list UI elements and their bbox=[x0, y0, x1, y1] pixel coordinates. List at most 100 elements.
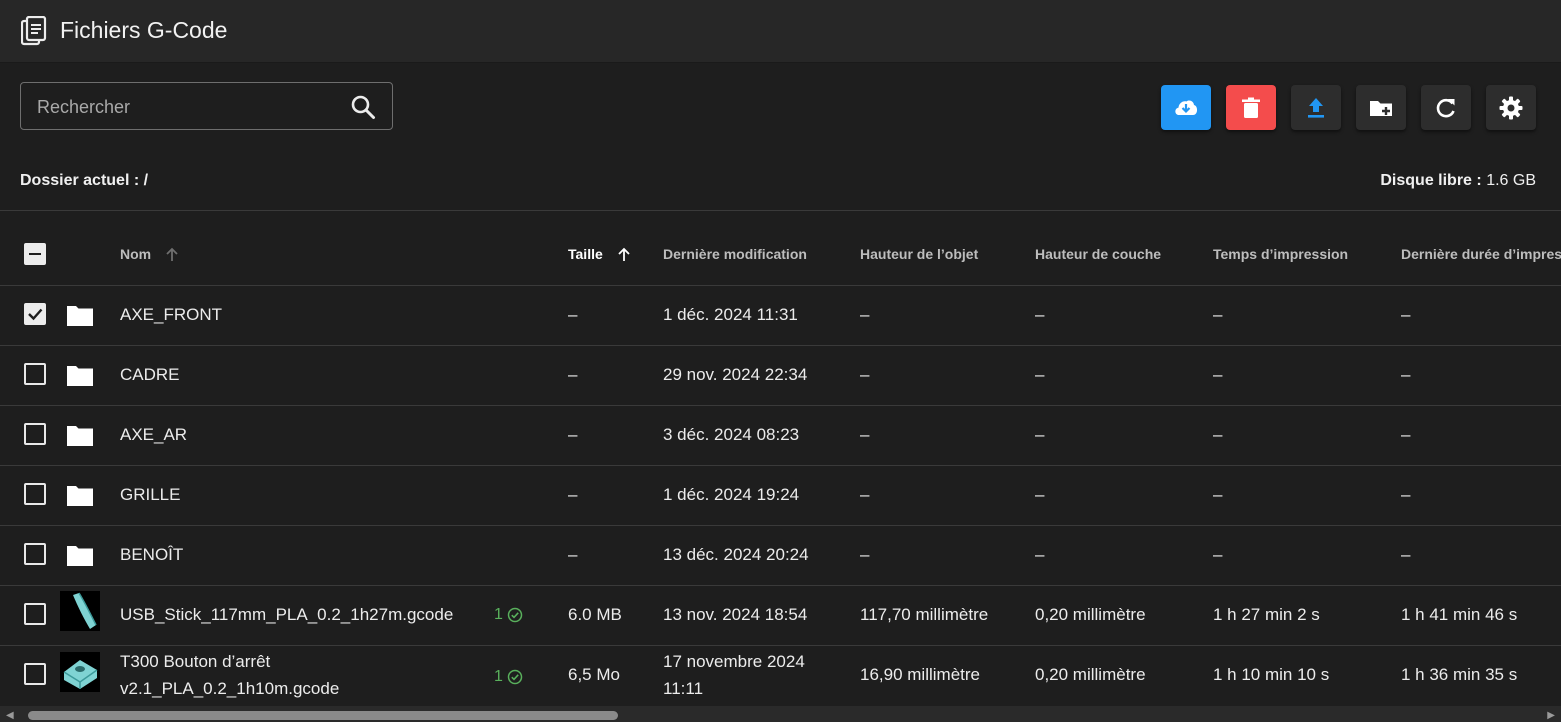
folder-icon bbox=[67, 486, 93, 506]
column-header-name[interactable]: Nom bbox=[120, 246, 178, 262]
print-time: – bbox=[1213, 545, 1223, 564]
folder-icon bbox=[67, 306, 93, 326]
object-height: – bbox=[860, 425, 870, 444]
scroll-right-icon[interactable]: ▶ bbox=[1547, 710, 1555, 721]
new-folder-button[interactable] bbox=[1356, 85, 1406, 130]
file-size: – bbox=[568, 485, 578, 504]
select-all-checkbox[interactable] bbox=[24, 243, 46, 265]
cloud-download-button[interactable] bbox=[1161, 85, 1211, 130]
divider bbox=[0, 525, 1561, 526]
button-part-thumbnail-icon bbox=[63, 660, 98, 689]
current-folder-value: / bbox=[143, 172, 149, 189]
upload-icon bbox=[1308, 97, 1324, 118]
file-size: – bbox=[568, 305, 578, 324]
file-modified: 13 nov. 2024 18:54 bbox=[663, 605, 808, 624]
panel-header: Fichiers G-Code bbox=[0, 0, 1561, 63]
gcode-thumbnail bbox=[60, 652, 100, 692]
file-modified: 13 déc. 2024 20:24 bbox=[663, 545, 809, 564]
file-modified: 1 déc. 2024 19:24 bbox=[663, 485, 800, 504]
layer-height: – bbox=[1035, 425, 1045, 444]
column-header-object-height[interactable]: Hauteur de l’objet bbox=[860, 246, 978, 262]
settings-button[interactable] bbox=[1486, 85, 1536, 130]
divider bbox=[0, 405, 1561, 406]
file-size: 6,5 Mo bbox=[568, 665, 620, 684]
print-time: – bbox=[1213, 425, 1223, 444]
print-time: 1 h 10 min 10 s bbox=[1213, 665, 1330, 684]
file-name[interactable]: USB_Stick_117mm_PLA_0.2_1h27m.gcode bbox=[120, 605, 453, 625]
object-height: – bbox=[860, 485, 870, 504]
layer-height: – bbox=[1035, 365, 1045, 384]
divider bbox=[0, 210, 1561, 211]
scrollbar-thumb[interactable] bbox=[28, 711, 618, 720]
object-height: – bbox=[860, 305, 870, 324]
file-name[interactable]: AXE_AR bbox=[120, 425, 187, 445]
check-circle-icon bbox=[507, 669, 523, 685]
file-size: 6.0 MB bbox=[568, 605, 622, 624]
file-modified: 29 nov. 2024 22:34 bbox=[663, 365, 808, 384]
gcode-files-panel: Fichiers G-Code Rechercher Dossier actue… bbox=[0, 0, 1561, 722]
object-height: 117,70 millimètre bbox=[860, 605, 989, 624]
search-input[interactable] bbox=[35, 83, 349, 131]
gcode-thumbnail bbox=[60, 591, 100, 631]
file-name[interactable]: GRILLE bbox=[120, 485, 180, 505]
file-name[interactable]: CADRE bbox=[120, 365, 180, 385]
file-name[interactable]: BENOÎT bbox=[120, 545, 183, 565]
refresh-button[interactable] bbox=[1421, 85, 1471, 130]
row-checkbox[interactable] bbox=[24, 483, 46, 505]
refresh-icon bbox=[1436, 98, 1455, 117]
sort-arrow-up-icon bbox=[166, 247, 178, 261]
column-header-size[interactable]: Taille bbox=[568, 246, 630, 262]
file-modified: 1 déc. 2024 11:31 bbox=[663, 305, 798, 324]
column-header-print-time[interactable]: Temps d’impression bbox=[1213, 246, 1348, 262]
print-time: 1 h 27 min 2 s bbox=[1213, 605, 1320, 624]
folder-icon bbox=[67, 546, 93, 566]
print-time: – bbox=[1213, 365, 1223, 384]
row-checkbox[interactable] bbox=[24, 303, 46, 325]
page-title: Fichiers G-Code bbox=[60, 17, 228, 43]
trash-icon bbox=[1242, 97, 1260, 118]
upload-button[interactable] bbox=[1291, 85, 1341, 130]
file-modified: 17 novembre 2024 11:11 bbox=[663, 652, 805, 698]
disk-free-value: 1.6 GB bbox=[1486, 172, 1536, 189]
layer-height: 0,20 millimètre bbox=[1035, 665, 1146, 684]
last-duration: 1 h 36 min 35 s bbox=[1401, 665, 1518, 684]
row-checkbox[interactable] bbox=[24, 423, 46, 445]
minus-icon bbox=[29, 253, 41, 255]
file-size: – bbox=[568, 365, 578, 384]
usb-stick-thumbnail-icon bbox=[73, 592, 97, 629]
horizontal-scrollbar[interactable]: ◀ ▶ bbox=[0, 706, 1561, 722]
delete-button[interactable] bbox=[1226, 85, 1276, 130]
layer-height: 0,20 millimètre bbox=[1035, 605, 1146, 624]
object-height: – bbox=[860, 365, 870, 384]
folder-icon bbox=[67, 426, 93, 446]
object-height: – bbox=[860, 545, 870, 564]
current-folder: Dossier actuel : / bbox=[20, 172, 148, 190]
search-icon[interactable] bbox=[350, 94, 376, 120]
column-header-layer-height[interactable]: Hauteur de couche bbox=[1035, 246, 1161, 262]
layer-height: – bbox=[1035, 305, 1045, 324]
divider bbox=[0, 285, 1561, 286]
column-header-last-duration[interactable]: Dernière durée d’impres bbox=[1401, 246, 1561, 262]
print-time: – bbox=[1213, 485, 1223, 504]
file-size: – bbox=[568, 425, 578, 444]
file-name[interactable]: T300 Bouton d’arrêt v2.1_PLA_0.2_1h10m.g… bbox=[120, 648, 339, 702]
row-checkbox[interactable] bbox=[24, 603, 46, 625]
divider bbox=[0, 645, 1561, 646]
cloud-download-icon bbox=[1175, 100, 1198, 115]
layer-height: – bbox=[1035, 485, 1045, 504]
column-header-modified[interactable]: Dernière modification bbox=[663, 246, 807, 262]
divider bbox=[0, 585, 1561, 586]
check-icon bbox=[28, 308, 43, 321]
row-checkbox[interactable] bbox=[24, 663, 46, 685]
file-modified: 3 déc. 2024 08:23 bbox=[663, 425, 800, 444]
row-checkbox[interactable] bbox=[24, 543, 46, 565]
file-name[interactable]: AXE_FRONT bbox=[120, 305, 222, 325]
print-count-badge: 1 bbox=[494, 668, 523, 686]
last-duration: – bbox=[1401, 425, 1411, 444]
last-duration: – bbox=[1401, 305, 1411, 324]
check-circle-icon bbox=[507, 607, 523, 623]
row-checkbox[interactable] bbox=[24, 363, 46, 385]
current-folder-label: Dossier actuel : bbox=[20, 172, 140, 189]
disk-free-label: Disque libre : bbox=[1380, 172, 1482, 189]
scroll-left-icon[interactable]: ◀ bbox=[6, 710, 14, 721]
